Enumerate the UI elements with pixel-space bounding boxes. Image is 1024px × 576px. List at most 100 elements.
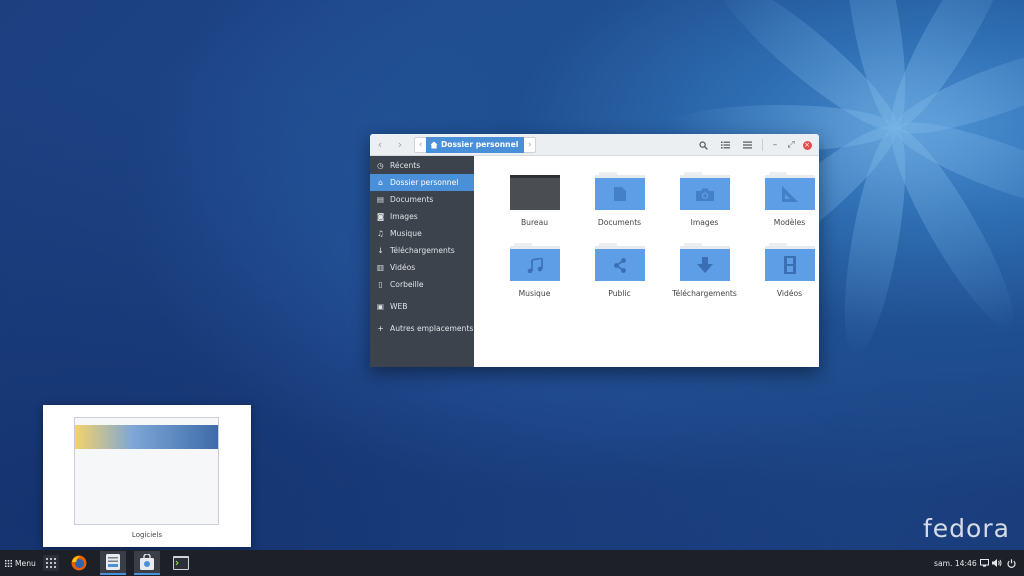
template-icon xyxy=(781,186,798,202)
close-button[interactable]: × xyxy=(799,134,815,156)
window-preview-image xyxy=(74,417,219,525)
folder-label: Téléchargements xyxy=(672,289,737,298)
search-icon xyxy=(698,140,708,150)
tray-volume[interactable] xyxy=(991,550,1003,576)
firefox-icon xyxy=(71,555,87,571)
folder-label: Documents xyxy=(597,218,642,227)
sidebar-item-web[interactable]: ▣ WEB xyxy=(370,298,474,315)
taskbar-app-launcher[interactable] xyxy=(38,551,64,575)
folder-item-public[interactable]: Public xyxy=(577,240,662,303)
folder-label: Musique xyxy=(518,289,551,298)
path-crumb-home[interactable]: Dossier personnel xyxy=(426,136,525,153)
sidebar-item-documents[interactable]: ▤ Documents xyxy=(370,191,474,208)
plus-icon: + xyxy=(377,324,384,333)
folder-item-images[interactable]: Images xyxy=(662,169,747,232)
view-list-button[interactable] xyxy=(714,134,736,156)
path-scroll-left-button[interactable]: ‹ xyxy=(415,140,426,150)
folder-icon xyxy=(679,243,730,281)
sidebar-item-images[interactable]: ◙ Images xyxy=(370,208,474,225)
forward-button[interactable]: › xyxy=(390,134,410,156)
menu-button[interactable] xyxy=(736,134,758,156)
folder-item-modeles[interactable]: Modèles xyxy=(747,169,819,232)
sidebar-item-label: Téléchargements xyxy=(390,246,455,255)
volume-icon xyxy=(992,559,1002,567)
path-scroll-right-button[interactable]: › xyxy=(524,140,535,150)
header-separator xyxy=(762,139,763,151)
file-manager-window: ‹ › ‹ Dossier personnel › – ⤢ × ◷ Récent… xyxy=(370,134,819,367)
camera-icon xyxy=(695,188,714,201)
sidebar-item-music[interactable]: ♫ Musique xyxy=(370,225,474,242)
film-icon: ▥ xyxy=(376,263,385,272)
sidebar-item-other-locations[interactable]: + Autres emplacements xyxy=(370,320,474,337)
sidebar-item-trash[interactable]: ▯ Corbeille xyxy=(370,276,474,293)
sidebar-item-label: WEB xyxy=(390,302,408,311)
folder-label: Vidéos xyxy=(776,289,803,298)
file-view: Bureau Documents Images Modèles Musique … xyxy=(474,156,819,367)
menu-button[interactable]: Menu xyxy=(5,559,36,568)
folder-label: Images xyxy=(690,218,719,227)
apps-grid-icon xyxy=(5,559,12,567)
taskbar-app-terminal[interactable] xyxy=(168,551,194,575)
folder-item-videos[interactable]: Vidéos xyxy=(747,240,819,303)
tray-display[interactable] xyxy=(978,550,990,576)
maximize-icon: ⤢ xyxy=(787,140,795,150)
minimize-button[interactable]: – xyxy=(767,134,783,156)
sidebar-item-label: Musique xyxy=(390,229,422,238)
download-icon xyxy=(696,257,713,273)
music-icon xyxy=(527,257,543,273)
taskbar-app-software[interactable] xyxy=(134,551,160,575)
document-icon xyxy=(613,187,626,201)
header-bar: ‹ › ‹ Dossier personnel › – ⤢ × xyxy=(370,134,819,156)
sidebar-item-recents[interactable]: ◷ Récents xyxy=(370,157,474,174)
terminal-icon xyxy=(173,556,189,570)
desktop-icon xyxy=(509,175,560,210)
document-icon: ▤ xyxy=(376,195,385,204)
folder-item-bureau[interactable]: Bureau xyxy=(492,169,577,232)
sidebar-item-label: Récents xyxy=(390,161,421,170)
folder-item-musique[interactable]: Musique xyxy=(492,240,577,303)
taskbar-app-firefox[interactable] xyxy=(66,551,92,575)
path-crumb-label: Dossier personnel xyxy=(441,140,519,149)
close-icon: × xyxy=(802,140,812,150)
folder-item-telechargements[interactable]: Téléchargements xyxy=(662,240,747,303)
folder-icon xyxy=(594,243,645,281)
software-bag-icon xyxy=(140,554,154,570)
folder-label: Modèles xyxy=(773,218,806,227)
download-icon: ↓ xyxy=(377,246,384,255)
folder-icon xyxy=(509,243,560,281)
maximize-button[interactable]: ⤢ xyxy=(783,134,799,156)
tray-power[interactable] xyxy=(1005,550,1017,576)
window-preview-title: Logiciels xyxy=(131,531,163,539)
home-icon: ⌂ xyxy=(378,178,383,187)
taskbar-app-files[interactable] xyxy=(100,551,126,575)
share-icon xyxy=(613,257,626,273)
files-icon xyxy=(106,554,120,570)
home-icon xyxy=(430,141,438,148)
film-icon xyxy=(783,256,796,274)
search-button[interactable] xyxy=(692,134,714,156)
preview-banner xyxy=(75,425,218,449)
sidebar-item-label: Corbeille xyxy=(390,280,424,289)
chevron-left-icon: ‹ xyxy=(377,138,383,151)
sidebar-item-videos[interactable]: ▥ Vidéos xyxy=(370,259,474,276)
power-icon xyxy=(1006,558,1016,568)
app-grid-icon xyxy=(43,555,59,571)
sidebar-item-label: Vidéos xyxy=(390,263,416,272)
sidebar-item-home[interactable]: ⌂ Dossier personnel xyxy=(370,174,474,191)
folder-icon xyxy=(594,172,645,210)
folder-icon xyxy=(764,243,815,281)
folder-icon xyxy=(679,172,730,210)
list-view-icon xyxy=(720,141,730,149)
display-icon xyxy=(979,559,989,567)
music-icon: ♫ xyxy=(377,229,384,238)
back-button[interactable]: ‹ xyxy=(370,134,390,156)
folder-item-documents[interactable]: Documents xyxy=(577,169,662,232)
taskbar: Menu sam. 14:46 xyxy=(0,550,1024,576)
sidebar-item-label: Autres emplacements xyxy=(390,324,474,333)
clock[interactable]: sam. 14:46 xyxy=(934,550,977,576)
clock-icon: ◷ xyxy=(377,161,384,170)
window-preview-logiciels[interactable]: Logiciels xyxy=(43,405,251,547)
sidebar-item-downloads[interactable]: ↓ Téléchargements xyxy=(370,242,474,259)
camera-icon: ◙ xyxy=(376,212,385,221)
folder-icon xyxy=(764,172,815,210)
